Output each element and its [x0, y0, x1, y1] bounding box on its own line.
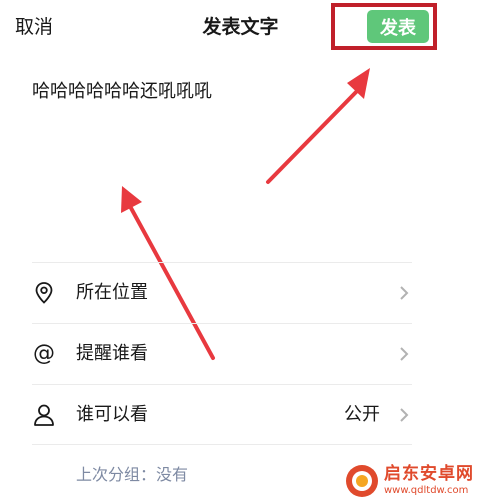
person-icon: [32, 403, 56, 427]
publish-button[interactable]: 发表: [367, 10, 429, 43]
post-text-input[interactable]: 哈哈哈哈哈哈还吼吼吼: [32, 78, 212, 106]
watermark-name: 启东安卓网: [384, 464, 474, 484]
option-row-location[interactable]: 所在位置: [32, 263, 417, 323]
watermark-logo-icon: [346, 464, 378, 497]
watermark: 启东安卓网 www.qdltdw.com: [344, 460, 481, 501]
arrow-to-publish: [266, 68, 370, 184]
top-bar: 取消 发表文字 发表: [0, 0, 481, 56]
chevron-right-icon: [400, 408, 409, 422]
location-pin-icon: [32, 281, 56, 305]
option-label: 所在位置: [76, 282, 148, 303]
divider: [32, 444, 412, 445]
last-group-hint: 上次分组：没有: [76, 465, 189, 484]
at-sign-icon: @: [33, 341, 55, 366]
option-label: 提醒谁看: [76, 343, 148, 364]
chevron-right-icon: [400, 347, 409, 361]
option-value: 公开: [344, 404, 380, 425]
option-label: 谁可以看: [76, 404, 148, 425]
watermark-url: www.qdltdw.com: [384, 485, 469, 496]
chevron-right-icon: [400, 286, 409, 300]
option-row-visibility[interactable]: 谁可以看 公开: [32, 385, 417, 445]
option-row-mention[interactable]: @ 提醒谁看: [32, 324, 417, 384]
